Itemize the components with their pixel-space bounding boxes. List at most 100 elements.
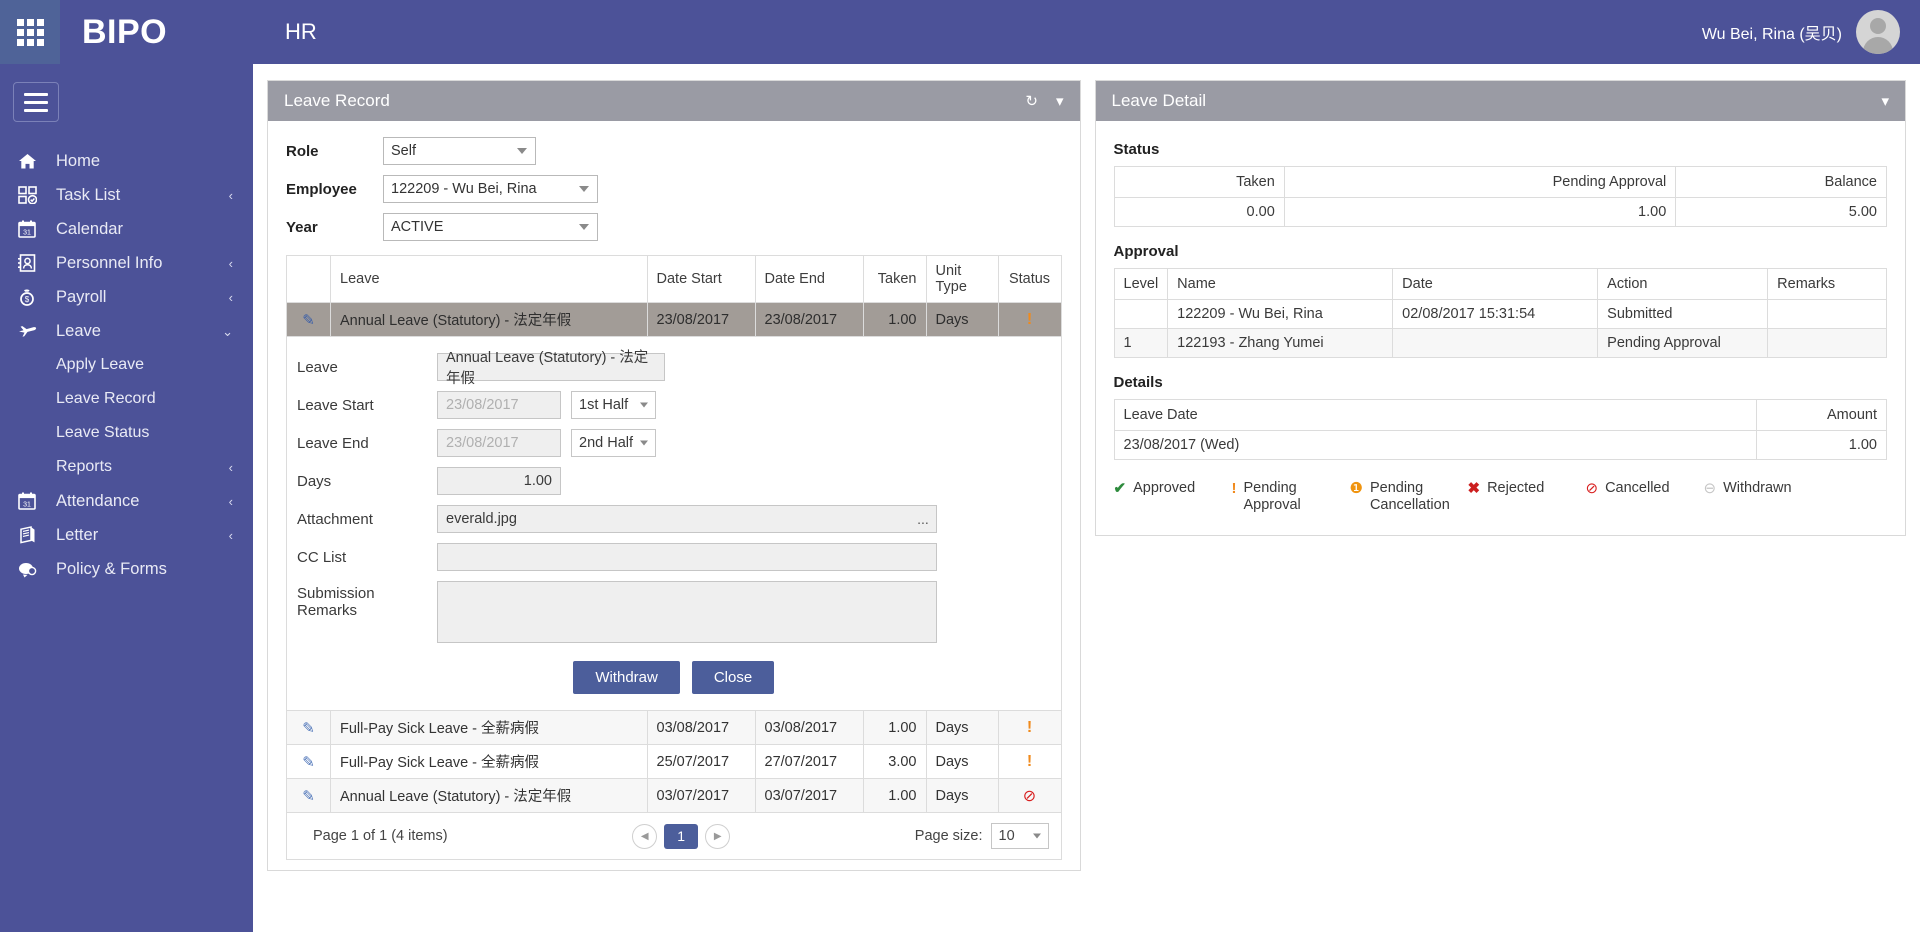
sidebar-item-leave-status[interactable]: Leave Status	[0, 416, 253, 450]
form-row-cc-list: CC List	[297, 543, 1051, 571]
status-legend: ✔ Approved ! Pending Approval ❶ Pending …	[1114, 480, 1888, 513]
row-edit-cell[interactable]: ✎	[286, 778, 331, 813]
leave-record-header: Leave Record ↻ ▾	[268, 81, 1080, 121]
row-unit-cell: Days	[925, 302, 999, 337]
pencil-icon[interactable]: ✎	[302, 312, 315, 329]
table-row[interactable]: ✎ Annual Leave (Statutory) - 法定年假 23/08/…	[286, 302, 1062, 337]
chevron-down-icon[interactable]: ▾	[1881, 94, 1889, 109]
table-row[interactable]: ✎ Full-Pay Sick Leave - 全薪病假 03/08/2017 …	[286, 710, 1062, 745]
sidebar-item-payroll[interactable]: $ Payroll ‹	[0, 280, 253, 314]
row-taken-cell: 1.00	[862, 302, 927, 337]
sidebar-label-calendar: Calendar	[56, 219, 123, 238]
approved-icon: ✔	[1113, 480, 1127, 497]
row-edit-cell[interactable]: ✎	[286, 710, 331, 745]
table-row[interactable]: ✎ Annual Leave (Statutory) - 法定年假 03/07/…	[286, 778, 1062, 813]
chevron-right-icon[interactable]: ▶	[705, 823, 731, 849]
sidebar-item-apply-leave[interactable]: Apply Leave	[0, 348, 253, 382]
main-content: Leave Record ↻ ▾ Role Self Employee 1222…	[253, 64, 1920, 932]
row-date-start-cell: 03/07/2017	[646, 778, 756, 813]
sidebar-item-reports[interactable]: Reports ‹	[0, 450, 253, 484]
attachment-field[interactable]: everald.jpg ...	[437, 505, 937, 533]
legend-label-pending-approval: Pending Approval	[1243, 480, 1301, 513]
attachment-value: everald.jpg	[446, 511, 517, 527]
th-date-start: Date Start	[646, 255, 756, 303]
chevron-left-icon[interactable]: ◀	[632, 823, 658, 849]
pencil-icon[interactable]: ✎	[302, 788, 315, 805]
sidebar-item-attendance[interactable]: 31 Attendance ‹	[0, 484, 253, 518]
browse-button[interactable]: ...	[910, 506, 936, 532]
pagination-info: Page 1 of 1 (4 items)	[313, 828, 448, 844]
withdrawn-icon: ⊖	[1703, 480, 1717, 497]
table-row[interactable]: ✎ Full-Pay Sick Leave - 全薪病假 25/07/2017 …	[286, 744, 1062, 779]
row-unit-cell: Days	[925, 778, 999, 813]
refresh-icon[interactable]: ↻	[1025, 94, 1038, 109]
rejected-icon: ✖	[1467, 480, 1481, 497]
sidebar-item-task-list[interactable]: Task List ‹	[0, 178, 253, 212]
sidebar-label-attendance: Attendance	[56, 491, 140, 510]
leave-detail-header-tools: ▾	[1881, 94, 1889, 109]
year-select[interactable]: ACTIVE	[383, 213, 598, 241]
leave-record-table: Leave Date Start Date End Taken Unit Typ…	[286, 255, 1062, 337]
legend-label-rejected: Rejected	[1487, 480, 1545, 496]
leave-start-date-field: 23/08/2017	[437, 391, 561, 419]
sidebar-item-home[interactable]: Home	[0, 144, 253, 178]
svg-text:31: 31	[23, 229, 31, 236]
leave-record-header-tools: ↻ ▾	[1025, 94, 1063, 109]
leave-start-half-select[interactable]: 1st Half	[571, 391, 656, 419]
form-label-leave: Leave	[297, 358, 338, 376]
submission-remarks-textarea[interactable]	[437, 581, 937, 643]
employee-label: Employee	[286, 180, 357, 198]
row-date-end-cell: 27/07/2017	[754, 744, 864, 779]
sidebar-item-leave[interactable]: Leave ⌄	[0, 314, 253, 348]
th-taken: Taken	[1113, 166, 1285, 198]
leave-end-half-select[interactable]: 2nd Half	[571, 429, 656, 457]
payroll-icon: $	[18, 287, 44, 307]
approval-date-cell	[1392, 328, 1599, 358]
th-pending-approval: Pending Approval	[1283, 166, 1677, 198]
legend-item-pending-cancellation: ❶ Pending Cancellation	[1350, 480, 1468, 513]
cc-list-field[interactable]	[437, 543, 937, 571]
pending-approval-icon: !	[1231, 480, 1237, 497]
page-number-1[interactable]: 1	[664, 823, 699, 849]
form-row-remarks: Submission Remarks	[297, 581, 1051, 643]
pencil-icon[interactable]: ✎	[302, 720, 315, 737]
row-date-end-cell: 03/07/2017	[754, 778, 864, 813]
role-select[interactable]: Self	[383, 137, 536, 165]
page-size-select[interactable]: 10	[990, 823, 1049, 849]
approval-remarks-cell	[1767, 328, 1887, 358]
sidebar-item-personnel-info[interactable]: Personnel Info ‹	[0, 246, 253, 280]
close-button[interactable]: Close	[691, 661, 775, 694]
grid-apps-icon	[16, 18, 44, 46]
app-launcher-button[interactable]	[0, 0, 60, 64]
row-edit-cell[interactable]: ✎	[286, 744, 331, 779]
sidebar-item-letter[interactable]: Letter ‹	[0, 518, 253, 552]
chevron-down-icon[interactable]: ▾	[1056, 94, 1064, 109]
withdraw-button[interactable]: Withdraw	[573, 661, 680, 694]
approval-date-cell: 02/08/2017 15:31:54	[1392, 299, 1599, 329]
form-label-remarks: Submission Remarks	[297, 585, 375, 619]
employee-select[interactable]: 122209 - Wu Bei, Rina	[383, 175, 598, 203]
row-date-start-cell: 25/07/2017	[646, 744, 756, 779]
row-edit-cell[interactable]: ✎	[286, 302, 331, 337]
sidebar-item-policy-forms[interactable]: Policy & Forms	[0, 552, 253, 586]
sidebar-label-leave: Leave	[56, 321, 101, 340]
role-value: Self	[391, 143, 416, 159]
sidebar-label-policy-forms: Policy & Forms	[56, 559, 167, 578]
sidebar-item-calendar[interactable]: 31 Calendar	[0, 212, 253, 246]
sidebar-item-leave-record[interactable]: Leave Record	[0, 382, 253, 416]
th-balance: Balance	[1675, 166, 1887, 198]
employee-value: 122209 - Wu Bei, Rina	[391, 181, 537, 197]
details-leave-date-cell: 23/08/2017 (Wed)	[1113, 430, 1757, 460]
approval-action-cell: Submitted	[1597, 299, 1769, 329]
legend-label-approved: Approved	[1133, 480, 1196, 496]
th-level: Level	[1113, 268, 1169, 300]
row-unit-cell: Days	[925, 744, 999, 779]
cancelled-icon: ⊘	[1585, 480, 1599, 497]
user-avatar-icon[interactable]	[1856, 10, 1900, 54]
details-header-row: Leave Date Amount	[1113, 399, 1887, 431]
pencil-icon[interactable]: ✎	[302, 754, 315, 771]
sidebar-toggle-button[interactable]	[13, 82, 59, 122]
legend-item-pending-approval: ! Pending Approval	[1232, 480, 1350, 513]
table-row: 1 122193 - Zhang Yumei Pending Approval	[1113, 328, 1887, 358]
leave-detail-form: Leave Annual Leave (Statutory) - 法定年假 Le…	[286, 337, 1062, 710]
